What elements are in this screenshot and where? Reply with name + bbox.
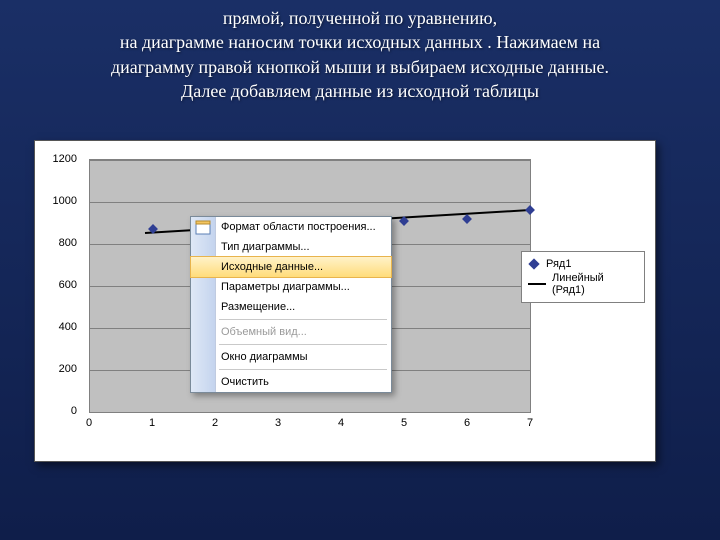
x-tick-label: 4 [331,417,351,429]
menu-label: Очистить [221,376,269,388]
slide-caption: прямой, полученной по уравнению, на диаг… [0,0,720,103]
x-tick-label: 3 [268,417,288,429]
legend-entry: Ряд1 [528,258,638,270]
y-tick-label: 800 [35,237,83,249]
y-tick-label: 600 [35,279,83,291]
caption-line: диаграмму правой кнопкой мыши и выбираем… [111,57,609,77]
x-tick-label: 7 [520,417,540,429]
menu-item-chart-options[interactable]: Параметры диаграммы... [191,277,391,297]
x-tick-label: 2 [205,417,225,429]
menu-label: Формат области построения... [221,221,376,233]
line-marker-icon [528,283,546,285]
menu-label: Размещение... [221,301,295,313]
menu-label: Тип диаграммы... [221,241,310,253]
x-tick-label: 0 [79,417,99,429]
menu-separator [219,369,387,370]
y-tick-label: 1200 [35,153,83,165]
x-tick-label: 1 [142,417,162,429]
caption-line: на диаграмме наносим точки исходных данн… [120,32,600,52]
y-tick-label: 1000 [35,195,83,207]
legend-entry: Линейный (Ряд1) [528,272,638,296]
x-tick-label: 6 [457,417,477,429]
plot-area[interactable]: Формат области построения... Тип диаграм… [89,159,531,413]
menu-label: Окно диаграммы [221,351,308,363]
menu-label: Параметры диаграммы... [221,281,350,293]
caption-line: Далее добавляем данные из исходной табли… [181,81,539,101]
diamond-marker-icon [528,258,539,269]
menu-item-chart-window[interactable]: Окно диаграммы [191,347,391,367]
y-tick-label: 200 [35,363,83,375]
chart-legend[interactable]: Ряд1 Линейный (Ряд1) [521,251,645,303]
menu-separator [219,344,387,345]
chart-object[interactable]: 0 200 400 600 800 1000 1200 Формат облас… [34,140,656,462]
context-menu: Формат области построения... Тип диаграм… [190,216,392,393]
menu-item-clear[interactable]: Очистить [191,372,391,392]
menu-label: Объемный вид... [221,326,307,338]
y-tick-label: 0 [35,405,83,417]
legend-label: Ряд1 [546,258,571,270]
menu-item-location[interactable]: Размещение... [191,297,391,317]
format-area-icon [195,220,211,236]
legend-label: Линейный (Ряд1) [552,272,638,296]
menu-item-source-data[interactable]: Исходные данные... [190,256,392,278]
menu-item-format-plot-area[interactable]: Формат области построения... [191,217,391,237]
caption-line: прямой, полученной по уравнению, [223,8,497,28]
x-tick-label: 5 [394,417,414,429]
y-tick-label: 400 [35,321,83,333]
menu-separator [219,319,387,320]
menu-item-chart-type[interactable]: Тип диаграммы... [191,237,391,257]
menu-label: Исходные данные... [221,261,323,273]
menu-item-3d-view: Объемный вид... [191,322,391,342]
